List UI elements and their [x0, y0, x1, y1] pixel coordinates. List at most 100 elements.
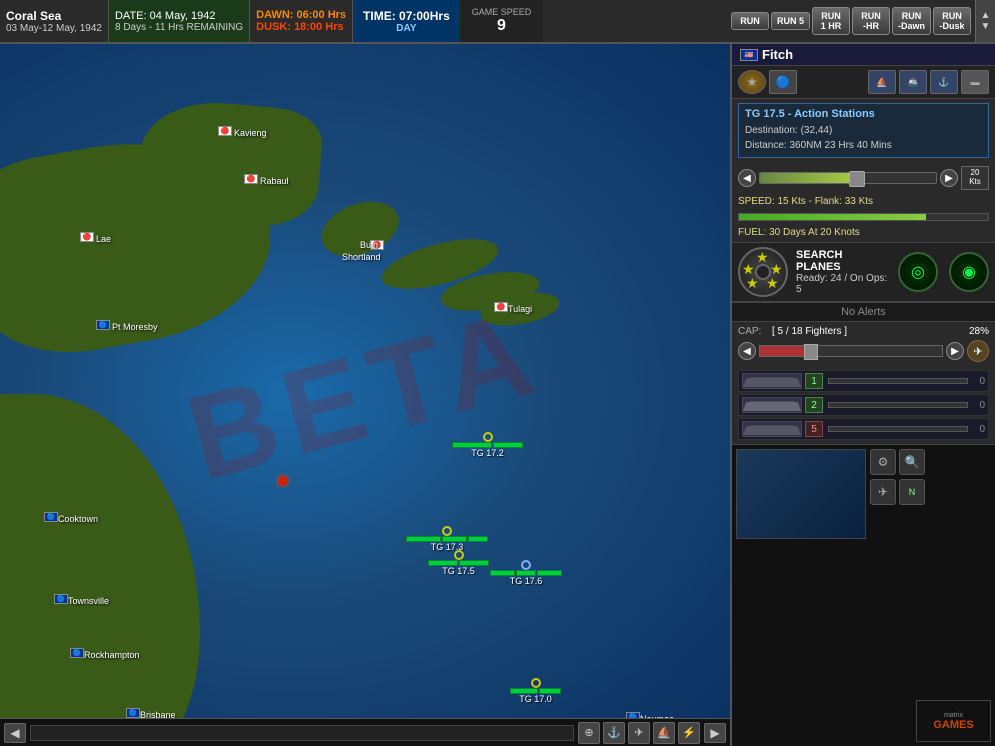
ship-dmg-val-1: 0	[973, 376, 985, 387]
cap-section: CAP: [ 5 / 18 Fighters ] 28% ◀ ▶ ✈	[732, 322, 995, 366]
search-ready-text: Ready: 24 / On Ops: 5	[796, 273, 890, 295]
run1hr-button[interactable]: RUN1 HR	[812, 7, 850, 35]
panel-icon-row: ★ 🔵 ⛵ 🚢 ⚓ ▬	[732, 66, 995, 99]
dawn-dusk: DAWN: 06:00 Hrs DUSK: 18:00 Hrs	[250, 0, 353, 42]
run5-button[interactable]: RUN 5	[771, 12, 810, 30]
scroll-up-arrow[interactable]: ▲▼	[975, 0, 995, 42]
ship-row-1[interactable]: 1 0	[738, 370, 989, 392]
tg-175-marker[interactable]: TG 17.5	[428, 550, 489, 576]
tg-176-marker[interactable]: TG 17.6	[490, 560, 562, 586]
plane-icon[interactable]: ✈	[628, 722, 650, 744]
ship-silhouette-2	[742, 397, 802, 413]
cap-increase-btn[interactable]: ▶	[946, 342, 964, 360]
label-tulagi: Tulagi	[508, 304, 532, 314]
right-panel: 🇺🇸 Fitch ★ 🔵 ⛵ 🚢 ⚓ ▬ TG 17.5 - Action St…	[730, 44, 995, 746]
ship-type-2[interactable]: 🚢	[899, 70, 927, 94]
tg-173-circle	[442, 526, 452, 536]
alerts-bar: No Alerts	[732, 302, 995, 322]
ship-damage-3	[828, 426, 968, 432]
contact-marker	[278, 476, 288, 486]
speed-slider-track[interactable]	[759, 172, 937, 184]
tg-176-circle	[521, 560, 531, 570]
run-button[interactable]: RUN	[731, 12, 769, 30]
search-info: SEARCH PLANES Ready: 24 / On Ops: 5	[796, 249, 890, 295]
matrix-text: matrix	[944, 712, 963, 719]
cap-slider-thumb[interactable]	[804, 344, 818, 360]
tg-175-label: TG 17.5	[442, 566, 475, 576]
flag-rabaul: 🔴	[244, 174, 258, 184]
lightning-icon[interactable]: ⚡	[678, 722, 700, 744]
prev-icon-3[interactable]: ✈	[870, 479, 896, 505]
ship-damage-2	[828, 402, 968, 408]
speed-slider-fill	[760, 173, 857, 183]
ship-list: 1 0 2 0 5	[732, 366, 995, 444]
preview-icons: ⚙ 🔍 ✈ N	[870, 449, 925, 742]
speed-increase-btn[interactable]: ▶	[940, 169, 958, 187]
tg-176-label: TG 17.6	[510, 576, 543, 586]
ship-shape-3	[743, 423, 801, 435]
preview-map[interactable]	[736, 449, 866, 539]
alerts-text: No Alerts	[841, 306, 886, 318]
ship-silhouette-3	[742, 421, 802, 437]
label-rockhampton: Rockhampton	[84, 650, 140, 660]
tg-173-marker[interactable]: TG 17.3	[406, 526, 488, 552]
prev-icon-4[interactable]: N	[899, 479, 925, 505]
topbar: Coral Sea 03 May-12 May, 1942 DATE: 04 M…	[0, 0, 995, 44]
grid-icon[interactable]: ⊕	[578, 722, 600, 744]
ship-row-2[interactable]: 2 0	[738, 394, 989, 416]
dial-center	[755, 264, 771, 280]
tg-172-marker[interactable]: TG 17.2	[452, 432, 523, 458]
game-map[interactable]: BETA 🔴 Kavieng 🔴 Rabaul 🔴 Shortland Buin…	[0, 44, 730, 746]
run-dawn-button[interactable]: RUN-Dawn	[892, 7, 931, 35]
game-speed-label: GAME SPEED	[472, 7, 532, 17]
anchor-icon[interactable]: ⚓	[603, 722, 625, 744]
cap-line: CAP: [ 5 / 18 Fighters ] 28%	[738, 326, 989, 337]
panel-header: 🇺🇸 Fitch	[732, 44, 995, 66]
star-dial[interactable]: ★ ★ ★ ★ ★	[738, 247, 788, 297]
speed-kts-unit: Kts	[969, 178, 981, 187]
us-flag-small: 🇺🇸	[740, 49, 758, 61]
flag-cooktown: 🔵	[44, 512, 58, 522]
speed-decrease-btn[interactable]: ◀	[738, 169, 756, 187]
nav-left-arrow[interactable]: ◀	[4, 723, 26, 743]
cap-pct: 28%	[969, 326, 989, 337]
radar-icon-2[interactable]: ◉	[949, 252, 989, 292]
fuel-bar-fill	[739, 214, 926, 220]
speed-slider-thumb[interactable]	[849, 171, 865, 187]
ship-type-3[interactable]: ⚓	[930, 70, 958, 94]
matrix-brand: GAMES	[933, 719, 973, 731]
prev-icon-2[interactable]: 🔍	[899, 449, 925, 475]
flag-lae: 🔴	[80, 232, 94, 242]
run-hr-button[interactable]: RUN-HR	[852, 7, 890, 35]
radar-sweep-1: ◎	[911, 262, 925, 282]
flag-townsville: 🔵	[54, 594, 68, 604]
nav-right-arrow[interactable]: ▶	[704, 723, 726, 743]
run-dusk-button[interactable]: RUN-Dusk	[933, 7, 971, 35]
ship-type-1[interactable]: ⛵	[868, 70, 896, 94]
ship-row-3[interactable]: 5 0	[738, 418, 989, 440]
nation-icon[interactable]: ★	[738, 70, 766, 94]
prev-icon-1[interactable]: ⚙	[870, 449, 896, 475]
remaining-time: 8 Days - 11 Hrs REMAINING	[115, 22, 243, 33]
ship-num-2: 2	[805, 397, 823, 413]
ship-shape-1	[743, 375, 801, 387]
cap-slider-track[interactable]	[759, 345, 943, 357]
flag-icon-panel[interactable]: 🔵	[769, 70, 797, 94]
date-info: DATE: 04 May, 1942 8 Days - 11 Hrs REMAI…	[109, 0, 250, 42]
game-time: TIME: 07:00Hrs DAY	[353, 0, 460, 42]
tg-170-circle	[531, 678, 541, 688]
cap-decrease-btn[interactable]: ◀	[738, 342, 756, 360]
ship-icon[interactable]: ⛵	[653, 722, 675, 744]
label-rabaul: Rabaul	[260, 176, 289, 186]
search-planes-section: ★ ★ ★ ★ ★ SEARCH PLANES Ready: 24 / On O…	[732, 242, 995, 302]
tg-destination: Destination: (32,44)	[745, 123, 982, 138]
label-kavieng: Kavieng	[234, 128, 267, 138]
bottom-icons-group: ⊕ ⚓ ✈ ⛵ ⚡	[578, 722, 700, 744]
ship-dmg-val-3: 0	[973, 424, 985, 435]
radar-icon-1[interactable]: ◎	[898, 252, 938, 292]
ship-type-4[interactable]: ▬	[961, 70, 989, 94]
ship-damage-1	[828, 378, 968, 384]
tg-170-marker[interactable]: TG 17.0	[510, 678, 561, 704]
cap-plane-icon[interactable]: ✈	[967, 340, 989, 362]
current-date: DATE: 04 May, 1942	[115, 10, 243, 22]
